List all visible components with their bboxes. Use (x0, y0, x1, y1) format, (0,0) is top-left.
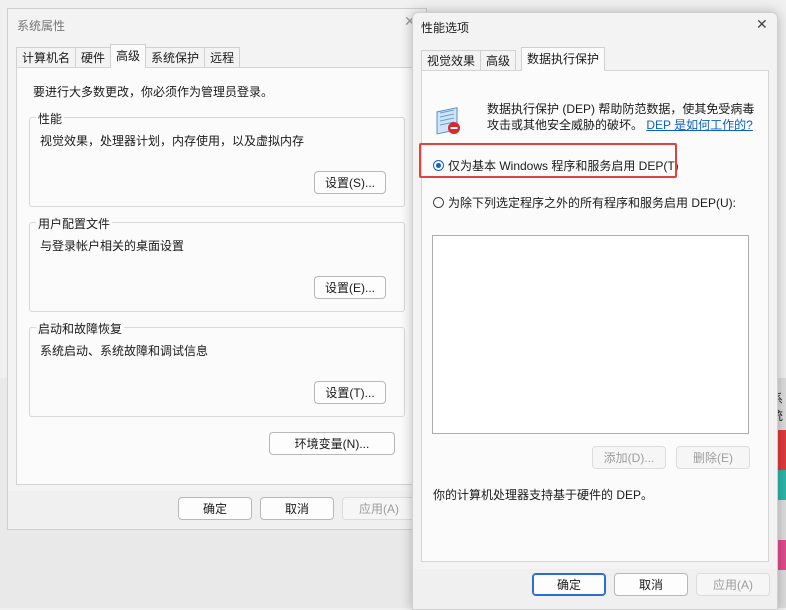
environment-variables-button[interactable]: 环境变量(N)... (269, 432, 395, 455)
group-label: 启动和故障恢复 (36, 320, 125, 337)
ok-button[interactable]: 确定 (178, 497, 252, 520)
tab-strip: 计算机名 硬件 高级 系统保护 远程 (16, 44, 241, 68)
cancel-button[interactable]: 取消 (260, 497, 334, 520)
startup-recovery-group: 启动和故障恢复 系统启动、系统故障和调试信息 设置(T)... (29, 320, 405, 417)
ok-button[interactable]: 确定 (532, 573, 606, 596)
tab-hardware[interactable]: 硬件 (75, 47, 112, 68)
window-title: 性能选项 (421, 21, 470, 35)
dep-shield-icon (436, 107, 460, 135)
group-description: 与登录帐户相关的桌面设置 (40, 239, 185, 253)
dep-option-all-except[interactable]: 为除下列选定程序之外的所有程序和服务启用 DEP(U): (433, 194, 736, 211)
tab-system-protection[interactable]: 系统保护 (145, 47, 206, 68)
admin-notice: 要进行大多数更改，你必须作为管理员登录。 (33, 85, 274, 99)
dep-description: 数据执行保护 (DEP) 帮助防范数据，使其免受病毒攻击或其他安全威胁的破坏。 … (487, 101, 759, 133)
annotation-highlight-box (419, 143, 677, 178)
remove-program-button[interactable]: 删除(E) (676, 446, 750, 469)
performance-group: 性能 视觉效果，处理器计划，内存使用，以及虚拟内存 设置(S)... (29, 110, 405, 207)
startup-recovery-settings-button[interactable]: 设置(T)... (314, 381, 386, 404)
group-label: 性能 (36, 110, 65, 127)
add-program-button[interactable]: 添加(D)... (592, 446, 666, 469)
group-label: 用户配置文件 (36, 215, 113, 232)
tab-strip: 视觉效果 高级 数据执行保护 (421, 47, 606, 71)
group-description: 视觉效果，处理器计划，内存使用，以及虚拟内存 (40, 134, 305, 148)
window-title: 系统属性 (17, 19, 66, 33)
apply-button[interactable]: 应用(A) (342, 497, 416, 520)
title-bar[interactable]: 系统属性 ✕ (8, 9, 426, 39)
hardware-dep-support-text: 你的计算机处理器支持基于硬件的 DEP。 (433, 488, 654, 502)
close-icon[interactable]: ✕ (756, 16, 768, 33)
tab-remote[interactable]: 远程 (204, 47, 241, 68)
tab-visual-effects[interactable]: 视觉效果 (421, 50, 482, 71)
option-label: 为除下列选定程序之外的所有程序和服务启用 DEP(U): (448, 196, 737, 210)
dialog-footer: 确定 取消 应用(A) (8, 491, 426, 529)
tab-data-execution-prevention[interactable]: 数据执行保护 (521, 47, 606, 71)
performance-settings-button[interactable]: 设置(S)... (314, 171, 386, 194)
tab-advanced[interactable]: 高级 (480, 50, 517, 71)
user-profiles-group: 用户配置文件 与登录帐户相关的桌面设置 设置(E)... (29, 215, 405, 312)
group-description: 系统启动、系统故障和调试信息 (40, 344, 209, 358)
radio-unselected-icon[interactable] (433, 197, 444, 208)
dialog-footer: 确定 取消 应用(A) (413, 569, 777, 609)
apply-button[interactable]: 应用(A) (696, 573, 770, 596)
user-profiles-settings-button[interactable]: 设置(E)... (314, 276, 386, 299)
exception-program-list[interactable] (432, 235, 749, 434)
title-bar[interactable]: 性能选项 ✕ (413, 13, 777, 41)
dep-help-link[interactable]: DEP 是如何工作的? (646, 118, 752, 132)
tab-advanced[interactable]: 高级 (110, 44, 147, 68)
cancel-button[interactable]: 取消 (614, 573, 688, 596)
system-properties-window: 系统属性 ✕ 计算机名 硬件 高级 系统保护 远程 要进行大多数更改，你必须作为… (7, 8, 427, 530)
tab-panel: 要进行大多数更改，你必须作为管理员登录。 性能 视觉效果，处理器计划，内存使用，… (16, 67, 418, 485)
tab-computer-name[interactable]: 计算机名 (16, 47, 77, 68)
